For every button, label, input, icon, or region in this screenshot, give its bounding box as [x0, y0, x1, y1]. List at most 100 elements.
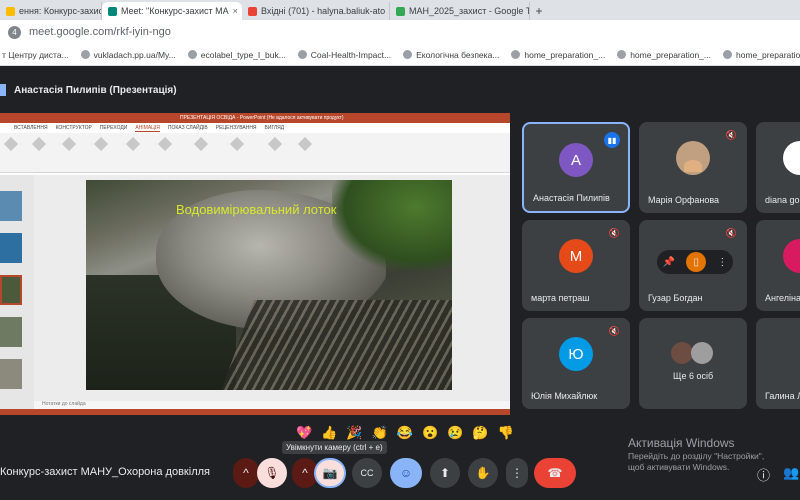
bookmark-item[interactable]: vukladach.pp.ua/My...	[80, 50, 176, 60]
browser-tab[interactable]: Вхідні (701) - halyna.baliuk-ato ×	[242, 2, 390, 20]
participant-name: diana go	[765, 195, 800, 205]
bookmark-item[interactable]: Екологічна безпека...	[403, 50, 499, 60]
site-info-icon[interactable]: 4	[8, 25, 21, 39]
emoji-button[interactable]: ☺	[390, 458, 422, 488]
participant-name: Анастасія Пилипів	[533, 193, 610, 203]
leave-call-button[interactable]: ☎	[534, 458, 576, 488]
mic-off-icon: 🔇	[608, 228, 620, 238]
participant-tile[interactable]: Ю 🔇 Юлія Михайлюк	[522, 318, 630, 409]
more-participants-tile[interactable]: Ще 6 осіб	[639, 318, 747, 409]
surprised-reaction-button[interactable]: 😮	[422, 425, 438, 441]
presentation-view[interactable]: ПРЕЗЕНТАЦІЯ ОСВІДА - PowerPoint (Не вдал…	[0, 113, 510, 415]
powerpoint-statusbar	[0, 409, 510, 415]
address-bar[interactable]: 4 meet.google.com/rkf-iyin-ngo	[0, 20, 800, 44]
slide-thumbnail	[0, 191, 22, 221]
people-icon[interactable]: 👥	[783, 465, 799, 481]
mic-off-icon: 🔇	[725, 228, 737, 238]
participant-name: Ангеліна	[765, 293, 800, 303]
raise-hand-button[interactable]: ✋	[468, 458, 498, 488]
slide-thumbnail-active	[0, 275, 22, 305]
presenter-bar: Анастасія Пилипів (Презентація)	[0, 80, 177, 100]
participant-tile[interactable]: М 🔇 марта петраш	[522, 220, 630, 311]
meeting-info-icon[interactable]: ⓘ	[757, 465, 770, 484]
browser-tab-active[interactable]: Meet: "Конкурс-захист МА ×	[102, 2, 242, 20]
participant-name: Марія Орфанова	[648, 195, 720, 205]
slide-thumbnail	[0, 317, 22, 347]
bookmark-item[interactable]: Coal-Health-Impact...	[297, 50, 391, 60]
heart-reaction-button[interactable]: 💖	[296, 425, 312, 441]
avatar	[783, 239, 800, 273]
present-screen-button[interactable]: ⬆	[430, 458, 460, 488]
gmail-favicon-icon	[248, 6, 257, 16]
ribbon-tab-active: АНІМАЦІЯ	[135, 124, 160, 132]
more-options-button[interactable]: ⋮	[506, 458, 528, 488]
tab-label: Вхідні (701) - halyna.baliuk-ato	[261, 6, 386, 16]
ribbon-tab: ПЕРЕХОДИ	[99, 125, 128, 131]
slide-notes: Нотатки до слайда	[34, 401, 510, 409]
bookmark-item[interactable]: home_preparation_...	[511, 50, 605, 60]
slide-photo: Водовимірювальний лоток	[86, 180, 452, 390]
captions-button[interactable]: CC	[352, 458, 382, 488]
avatar: М	[559, 239, 593, 273]
avatar: ▯	[686, 252, 707, 272]
meet-favicon-icon	[108, 6, 117, 16]
reactions-bar: 💖 👍 🎉 👏 😂 😮 😢 🤔 👎	[296, 425, 514, 441]
url-text[interactable]: meet.google.com/rkf-iyin-ngo	[29, 26, 171, 38]
participant-tile[interactable]: diana go	[756, 122, 800, 213]
participant-tile[interactable]: Ангеліна	[756, 220, 800, 311]
slide-title: Водовимірювальний лоток	[176, 202, 337, 217]
slide-thumbnails	[0, 175, 34, 415]
slide-thumbnail	[0, 359, 22, 389]
avatar	[691, 342, 713, 364]
thumbs-down-reaction-button[interactable]: 👎	[498, 425, 514, 441]
powerpoint-titlebar: ПРЕЗЕНТАЦІЯ ОСВІДА - PowerPoint (Не вдал…	[0, 113, 510, 123]
camera-off-button[interactable]: 📷	[314, 458, 346, 488]
participant-tile[interactable]: 🔇 Марія Орфанова	[639, 122, 747, 213]
bookmark-item[interactable]: т Центру диста...	[2, 50, 69, 60]
bookmark-icon	[187, 50, 197, 59]
more-options-icon[interactable]: ⋮	[717, 257, 727, 268]
tile-hover-controls: 📌 ▯ ⋮	[657, 250, 733, 274]
ribbon-toolbar	[0, 133, 510, 173]
ribbon-tab: ПОКАЗ СЛАЙДІВ	[167, 125, 208, 131]
participant-tile[interactable]: Галина Л	[756, 318, 800, 409]
ribbon-tab: ВСТАВЛЕННЯ	[14, 125, 48, 131]
camera-tooltip: Увімкнути камеру (ctrl + e)	[282, 441, 387, 454]
participant-name: марта петраш	[531, 293, 590, 303]
slide-editor: Водовимірювальний лоток	[34, 175, 510, 401]
participant-tile[interactable]: А ▮▮ Анастасія Пилипів	[522, 122, 630, 213]
windows-activation-text: Перейдіть до розділу "Настройки", щоб ак…	[628, 451, 765, 472]
bookmark-item[interactable]: home_preparation_...	[723, 50, 800, 60]
bookmark-item[interactable]: ecolabel_type_I_buk...	[187, 50, 286, 60]
present-indicator-icon	[0, 84, 6, 96]
sad-reaction-button[interactable]: 😢	[447, 425, 463, 441]
new-tab-button[interactable]: +	[530, 2, 548, 20]
participant-name: Юлія Михайлюк	[531, 391, 598, 401]
clap-reaction-button[interactable]: 👏	[372, 425, 388, 441]
avatar	[783, 141, 800, 175]
audio-options-button[interactable]: ^	[233, 458, 259, 488]
participant-tile[interactable]: 🔇 📌 ▯ ⋮ Гузар Богдан	[639, 220, 747, 311]
browser-tab[interactable]: ення: Конкурс-захист МАН ×	[0, 2, 102, 20]
pin-icon[interactable]: 📌	[663, 257, 675, 268]
speaking-icon: ▮▮	[604, 132, 620, 148]
ribbon-tab: ВИГЛЯД	[264, 125, 285, 131]
laugh-reaction-button[interactable]: 😂	[397, 425, 413, 441]
thumbs-up-reaction-button[interactable]: 👍	[321, 425, 337, 441]
animation-icon	[93, 136, 109, 152]
mic-off-icon: 🔇	[608, 326, 620, 336]
tab-close-icon[interactable]: ×	[233, 6, 238, 16]
windows-activation-title: Активація Windows	[628, 436, 735, 450]
ribbon-tabs: ВСТАВЛЕННЯ КОНСТРУКТОР ПЕРЕХОДИ АНІМАЦІЯ…	[0, 123, 510, 133]
microphone-off-button[interactable]: 🎙	[257, 458, 287, 488]
meeting-title: Конкурс-захист МАНУ_Охорона довкілля	[0, 466, 210, 478]
more-participants-label: Ще 6 осіб	[673, 371, 714, 381]
browser-tab[interactable]: МАН_2025_захист - Google Таб ×	[390, 2, 530, 20]
thinking-reaction-button[interactable]: 🤔	[472, 425, 488, 441]
bookmark-item[interactable]: home_preparation_...	[617, 50, 711, 60]
participant-name: Гузар Богдан	[648, 293, 703, 303]
globe-icon	[617, 50, 627, 59]
mic-off-icon: 🔇	[725, 130, 737, 140]
party-reaction-button[interactable]: 🎉	[346, 425, 362, 441]
animation-icon	[297, 136, 313, 152]
